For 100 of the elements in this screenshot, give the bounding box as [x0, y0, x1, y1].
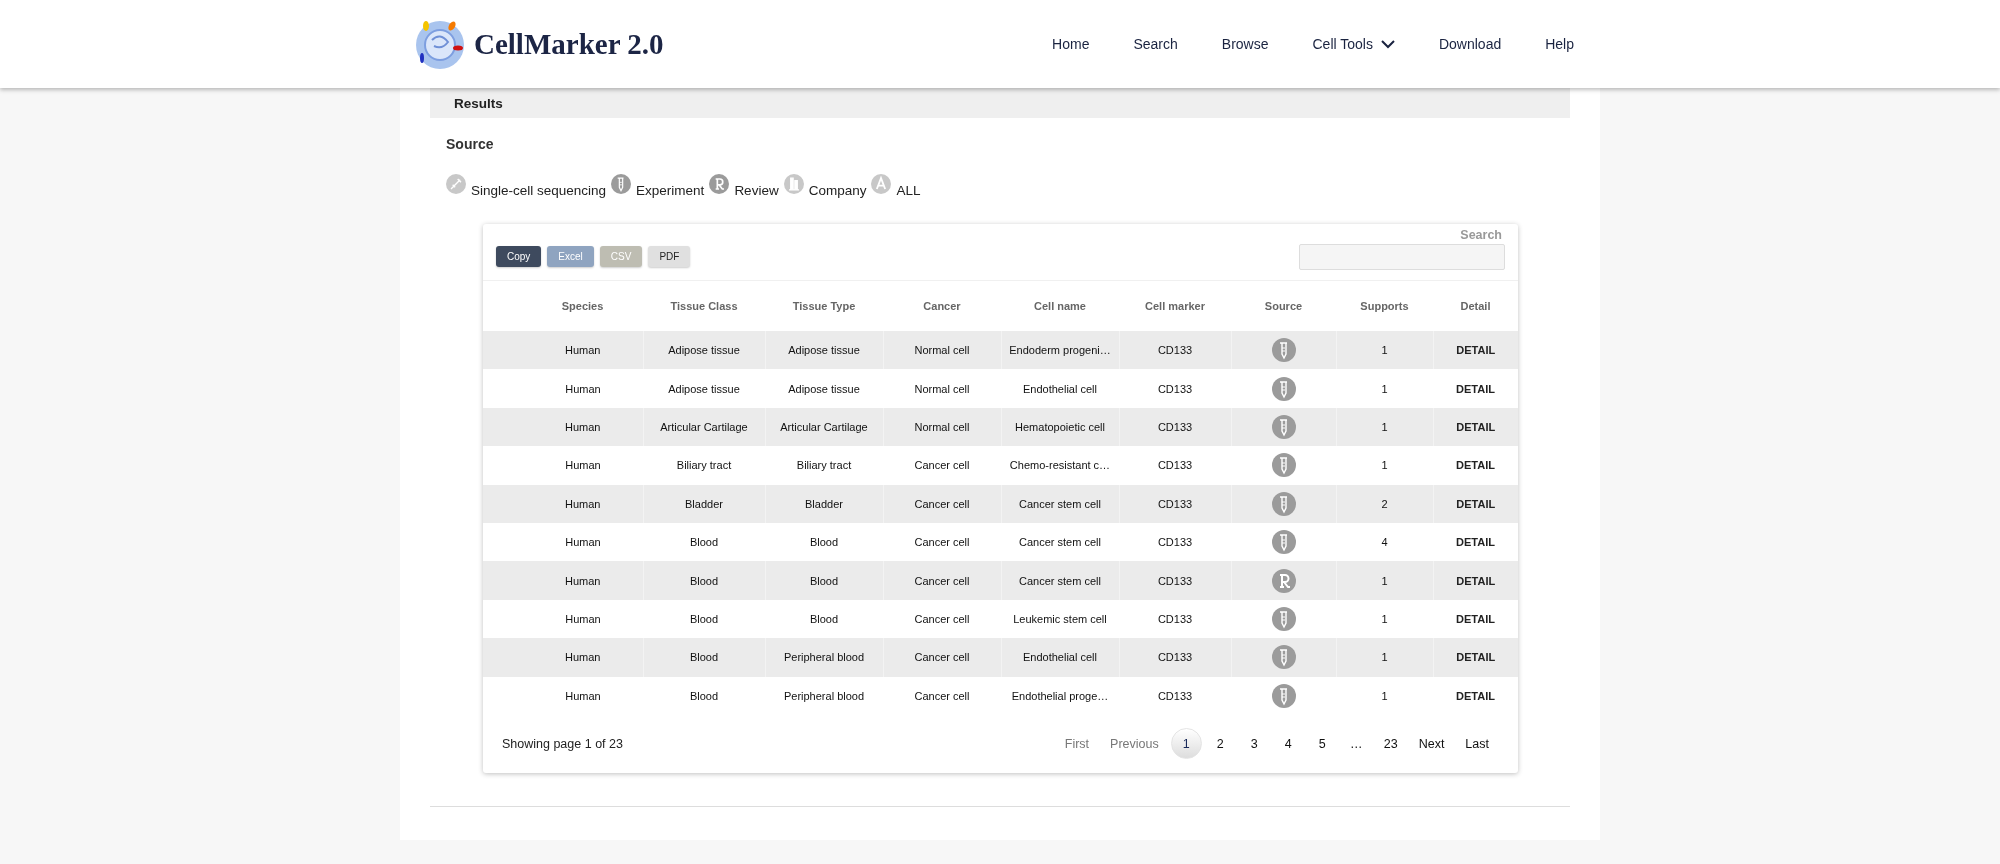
cell-logo-icon — [414, 18, 466, 70]
table-cell: 1 — [1381, 689, 1388, 702]
page-button[interactable]: 2 — [1204, 728, 1236, 760]
detail-link[interactable]: DETAIL — [1456, 689, 1495, 702]
nav-link[interactable]: Cell Tools — [1290, 36, 1417, 52]
table-cell: Normal cell — [914, 420, 970, 433]
table-cell: Cancer cell — [914, 497, 970, 510]
table-cell: Bladder — [805, 497, 843, 510]
table-cell: Blood — [689, 689, 719, 702]
nav-link[interactable]: Home — [1030, 36, 1112, 52]
table-cell: Bladder — [685, 497, 723, 510]
table-cell: CD133 — [1157, 536, 1193, 549]
table-cell: 1 — [1381, 344, 1388, 357]
page-button[interactable]: … — [1340, 728, 1372, 760]
detail-link[interactable]: DETAIL — [1456, 459, 1495, 472]
detail-link[interactable]: DETAIL — [1456, 497, 1496, 510]
results-title: Results — [454, 95, 503, 111]
source-legend-label[interactable]: Company — [808, 183, 867, 198]
source-legend-label[interactable]: ALL — [896, 183, 921, 198]
table-cell: Human — [565, 420, 601, 433]
page-button[interactable]: 1 — [1170, 728, 1202, 760]
table-cell: Blood — [809, 574, 839, 587]
export-button[interactable]: Copy — [496, 246, 542, 267]
detail-link[interactable]: DETAIL — [1456, 536, 1495, 549]
page-button[interactable]: 23 — [1374, 728, 1407, 760]
source-legend-label[interactable]: Review — [734, 183, 779, 198]
nav-link[interactable]: Download — [1416, 36, 1524, 52]
nav-link[interactable]: Browse — [1199, 36, 1291, 52]
table-cell: CD133 — [1157, 612, 1193, 625]
table-cell: 1 — [1381, 574, 1388, 587]
table-cell: CD133 — [1157, 689, 1193, 702]
table-cell: 2 — [1381, 497, 1388, 510]
table-cell: CD133 — [1157, 420, 1193, 433]
page-button[interactable]: Next — [1409, 728, 1454, 760]
site-logo-text[interactable]: CellMarker 2.0 — [474, 27, 664, 61]
detail-link[interactable]: DETAIL — [1456, 651, 1496, 664]
table-cell: Adipose tissue — [788, 382, 860, 395]
page-info-text: Showing page 1 of 23 — [502, 736, 623, 751]
table-cell: Endothelial proge… — [1011, 689, 1109, 702]
column-header[interactable]: Cell marker — [1119, 281, 1231, 331]
table-cell: Cancer cell — [914, 612, 970, 625]
table-cell: Adipose tissue — [788, 344, 860, 357]
column-header[interactable]: Tissue Type — [765, 281, 883, 331]
table-cell: 4 — [1381, 536, 1388, 549]
search-label: Search — [1460, 228, 1502, 242]
chevron-down-icon — [1380, 39, 1395, 49]
table-cell: Human — [565, 459, 601, 472]
page-button[interactable]: 4 — [1272, 728, 1304, 760]
column-header[interactable]: Source — [1231, 281, 1336, 331]
table-cell: Human — [565, 344, 601, 357]
detail-link[interactable]: DETAIL — [1456, 382, 1495, 395]
table-cell: Human — [565, 651, 601, 664]
page-button[interactable]: Last — [1456, 728, 1498, 760]
table-cell: 1 — [1381, 651, 1388, 664]
table-cell: Adipose tissue — [668, 382, 740, 395]
table-cell: Human — [565, 497, 601, 510]
search-field[interactable] — [1299, 244, 1505, 270]
table-cell: Blood — [689, 612, 719, 625]
column-header[interactable]: Cancer — [883, 281, 1001, 331]
column-header[interactable]: Supports — [1336, 281, 1433, 331]
table-cell: Cancer stem cell — [1019, 536, 1101, 549]
source-legend-label[interactable]: Single-cell sequencing — [471, 183, 607, 198]
table-cell: Endothelial cell — [1023, 382, 1097, 395]
table-cell: Human — [565, 536, 601, 549]
page-button[interactable]: 3 — [1238, 728, 1270, 760]
table-cell: Blood — [689, 536, 719, 549]
table-cell: Leukemic stem cell — [1013, 612, 1107, 625]
table-cell: CD133 — [1157, 574, 1193, 587]
column-header[interactable]: Species — [483, 281, 643, 331]
table-cell: Biliary tract — [676, 459, 732, 472]
table-cell: Human — [565, 574, 601, 587]
detail-link[interactable]: DETAIL — [1456, 420, 1496, 433]
export-button[interactable]: PDF — [648, 246, 691, 267]
nav-link[interactable]: Help — [1523, 36, 1596, 52]
table-cell: Chemo-resistant c… — [1009, 459, 1111, 472]
detail-link[interactable]: DETAIL — [1456, 612, 1495, 625]
page-button[interactable]: 5 — [1306, 728, 1338, 760]
column-header[interactable]: Cell name — [1001, 281, 1119, 331]
table-cell: CD133 — [1157, 459, 1193, 472]
table-cell: Cancer cell — [914, 536, 970, 549]
table-cell: Articular Cartilage — [660, 420, 748, 433]
table-cell: CD133 — [1157, 382, 1193, 395]
table-cell: Hematopoietic cell — [1015, 420, 1105, 433]
column-header[interactable]: Tissue Class — [643, 281, 765, 331]
table-cell: Endoderm progeni… — [1009, 344, 1111, 357]
nav-link[interactable]: Search — [1111, 36, 1200, 52]
table-cell: Cancer cell — [914, 574, 970, 587]
table-cell: 1 — [1381, 382, 1388, 395]
table-cell: Articular Cartilage — [780, 420, 868, 433]
table-cell: 1 — [1381, 459, 1388, 472]
table-cell: Cancer stem cell — [1019, 497, 1101, 510]
table-cell: Endothelial cell — [1023, 651, 1097, 664]
detail-link[interactable]: DETAIL — [1456, 344, 1496, 357]
table-cell: Cancer cell — [914, 689, 970, 702]
table-cell: Blood — [689, 651, 719, 664]
detail-link[interactable]: DETAIL — [1456, 574, 1496, 587]
table-cell: CD133 — [1157, 497, 1193, 510]
source-legend-label[interactable]: Experiment — [636, 183, 705, 198]
column-header[interactable]: Detail — [1433, 281, 1518, 331]
table-cell: Cancer cell — [914, 651, 970, 664]
